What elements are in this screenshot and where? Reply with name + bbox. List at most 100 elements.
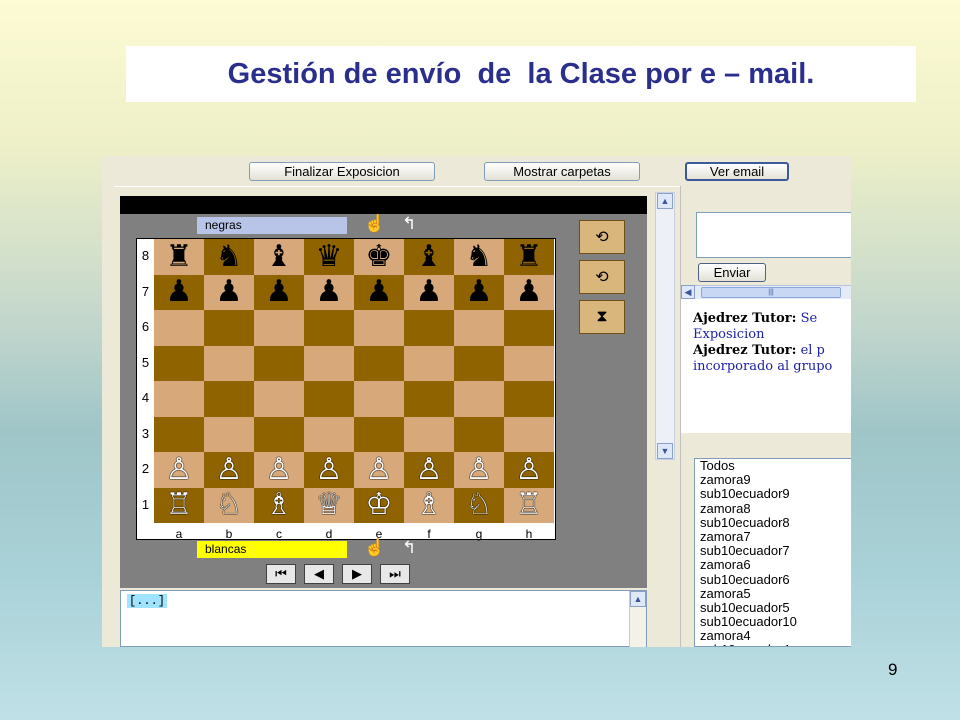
user-list-item[interactable]: sub10ecuador10 xyxy=(695,614,851,629)
user-list-item[interactable]: sub10ecuador5 xyxy=(695,600,851,615)
chess-piece[interactable]: ♘ xyxy=(204,488,254,524)
board-square[interactable] xyxy=(304,310,354,346)
board-square[interactable] xyxy=(404,381,454,417)
chess-piece[interactable]: ♛ xyxy=(304,239,354,275)
chess-piece[interactable]: ♙ xyxy=(354,452,404,488)
user-list-item[interactable]: zamora6 xyxy=(695,558,851,572)
chess-piece[interactable]: ♚ xyxy=(354,239,404,275)
scroll-down-icon[interactable]: ▼ xyxy=(657,443,673,459)
chat-area[interactable]: [...] ▲ xyxy=(120,590,647,647)
chess-piece[interactable]: ♔ xyxy=(354,488,404,524)
user-list-item[interactable]: zamora8 xyxy=(695,501,851,516)
chess-board[interactable]: 8 ♜ ♞ ♝ ♛ ♚ ♝ ♞ ♜ 7 ♟ ♟ ♟ ♟ ♟ ♟ ♟ ♟ 6 5 4 3 2 ♙ ♙ ♙ ♙ ♙ ♙ ♙ ♙ 1 ♖ ♘ ♗ ♕ ♔ ♗ ♘ ♖… xyxy=(136,238,556,541)
board-square[interactable] xyxy=(154,310,204,346)
board-square[interactable] xyxy=(504,416,554,452)
chess-piece[interactable]: ♙ xyxy=(304,452,354,488)
message-input[interactable] xyxy=(696,212,851,258)
hand-icon[interactable]: ☝ xyxy=(364,538,385,558)
chess-piece[interactable]: ♙ xyxy=(454,452,504,488)
prev-move-button[interactable]: ◀ xyxy=(304,564,334,584)
chess-piece[interactable]: ♟ xyxy=(454,275,504,311)
board-square[interactable] xyxy=(204,416,254,452)
chess-piece[interactable]: ♖ xyxy=(504,488,554,524)
board-square[interactable] xyxy=(304,381,354,417)
board-square[interactable] xyxy=(454,416,504,452)
board-square[interactable] xyxy=(154,416,204,452)
undo-arrow-icon[interactable]: ↰ xyxy=(402,538,416,558)
user-list-item[interactable]: sub10ecuador6 xyxy=(695,572,851,587)
user-list-item[interactable]: zamora5 xyxy=(695,586,851,601)
user-list-item[interactable]: zamora7 xyxy=(695,529,851,544)
chess-piece[interactable]: ♙ xyxy=(404,452,454,488)
board-square[interactable] xyxy=(504,345,554,381)
next-move-button[interactable]: ▶ xyxy=(342,564,372,584)
chess-piece[interactable]: ♟ xyxy=(504,275,554,311)
chess-piece[interactable]: ♟ xyxy=(304,275,354,311)
chess-piece[interactable]: ♟ xyxy=(254,275,304,311)
board-square[interactable] xyxy=(504,310,554,346)
board-square[interactable] xyxy=(354,381,404,417)
first-move-button[interactable]: ⏮ xyxy=(266,564,296,584)
board-square[interactable] xyxy=(354,310,404,346)
board-square[interactable] xyxy=(204,345,254,381)
chess-piece[interactable]: ♙ xyxy=(204,452,254,488)
board-square[interactable] xyxy=(404,416,454,452)
user-list[interactable]: Todos zamora9 sub10ecuador9 zamora8 sub10ecu… xyxy=(694,458,851,647)
chess-piece[interactable]: ♗ xyxy=(254,488,304,524)
chess-piece[interactable]: ♟ xyxy=(204,275,254,311)
horizontal-scrollbar[interactable]: ◀ ||| xyxy=(681,285,851,299)
last-move-button[interactable]: ⏭ xyxy=(380,564,410,584)
clock-button[interactable]: ⧗ xyxy=(579,300,625,334)
chess-piece[interactable]: ♙ xyxy=(254,452,304,488)
board-scrollbar[interactable]: ▲ ▼ xyxy=(655,192,675,460)
scrollbar-thumb[interactable]: ||| xyxy=(701,287,841,298)
scroll-up-icon[interactable]: ▲ xyxy=(657,193,673,209)
scroll-up-icon[interactable]: ▲ xyxy=(630,591,646,607)
refresh-board-button[interactable]: ⟲ xyxy=(579,220,625,254)
chess-piece[interactable]: ♞ xyxy=(204,239,254,275)
flip-board-button[interactable]: ⟲ xyxy=(579,260,625,294)
chess-piece[interactable]: ♟ xyxy=(404,275,454,311)
board-square[interactable] xyxy=(154,381,204,417)
board-square[interactable] xyxy=(504,381,554,417)
send-button[interactable]: Enviar xyxy=(698,263,766,282)
user-list-item[interactable]: zamora4 xyxy=(695,629,851,643)
board-square[interactable] xyxy=(454,345,504,381)
chess-piece[interactable]: ♝ xyxy=(254,239,304,275)
chess-piece[interactable]: ♗ xyxy=(404,488,454,524)
chess-piece[interactable]: ♜ xyxy=(154,239,204,275)
chess-piece[interactable]: ♟ xyxy=(354,275,404,311)
chess-piece[interactable]: ♞ xyxy=(454,239,504,275)
chat-scrollbar[interactable]: ▲ xyxy=(629,591,646,647)
user-list-item[interactable]: Todos xyxy=(695,459,851,473)
chess-piece[interactable]: ♙ xyxy=(154,452,204,488)
board-square[interactable] xyxy=(304,416,354,452)
chess-piece[interactable]: ♙ xyxy=(504,452,554,488)
hand-icon[interactable]: ☝ xyxy=(364,214,385,234)
board-square[interactable] xyxy=(154,345,204,381)
chess-piece[interactable]: ♕ xyxy=(304,488,354,524)
board-square[interactable] xyxy=(254,310,304,346)
board-square[interactable] xyxy=(254,416,304,452)
chess-piece[interactable]: ♟ xyxy=(154,275,204,311)
board-square[interactable] xyxy=(404,310,454,346)
board-square[interactable] xyxy=(354,345,404,381)
user-list-item[interactable]: sub10ecuador9 xyxy=(695,487,851,501)
chess-piece[interactable]: ♖ xyxy=(154,488,204,524)
chess-piece[interactable]: ♘ xyxy=(454,488,504,524)
board-square[interactable] xyxy=(404,345,454,381)
user-list-item[interactable]: sub10ecuador7 xyxy=(695,543,851,558)
board-square[interactable] xyxy=(454,381,504,417)
undo-arrow-icon[interactable]: ↰ xyxy=(402,214,416,234)
board-square[interactable] xyxy=(204,310,254,346)
ver-email-button[interactable]: Ver email xyxy=(685,162,789,181)
mostrar-carpetas-button[interactable]: Mostrar carpetas xyxy=(484,162,640,181)
chess-piece[interactable]: ♝ xyxy=(404,239,454,275)
board-square[interactable] xyxy=(204,381,254,417)
user-list-item[interactable]: sub10ecuador4 xyxy=(695,643,851,646)
board-square[interactable] xyxy=(254,345,304,381)
chess-piece[interactable]: ♜ xyxy=(504,239,554,275)
user-list-item[interactable]: zamora9 xyxy=(695,472,851,487)
user-list-item[interactable]: sub10ecuador8 xyxy=(695,515,851,530)
finalizar-exposicion-button[interactable]: Finalizar Exposicion xyxy=(249,162,435,181)
